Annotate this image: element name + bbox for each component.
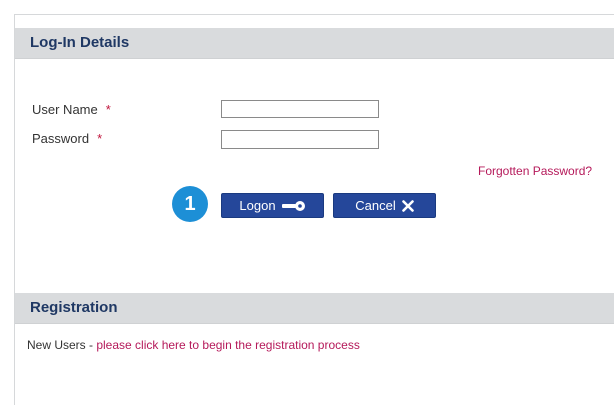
logon-button[interactable]: Logon [221, 193, 324, 218]
cancel-button-label: Cancel [355, 198, 396, 213]
forgot-password-link[interactable]: Forgotten Password? [478, 164, 592, 178]
password-input[interactable] [221, 130, 379, 149]
login-section-header: Log-In Details [15, 28, 614, 59]
registration-section-title: Registration [30, 299, 118, 316]
username-label: User Name * [32, 102, 111, 117]
close-icon [401, 199, 414, 212]
password-label: Password * [32, 131, 103, 146]
step-badge: 1 [172, 186, 208, 222]
registration-section-header: Registration [15, 293, 614, 324]
cancel-button[interactable]: Cancel [333, 193, 436, 218]
registration-link[interactable]: please click here to begin the registrat… [96, 338, 359, 352]
required-marker: * [97, 131, 103, 146]
username-input[interactable] [221, 100, 379, 118]
registration-text: New Users - please click here to begin t… [27, 338, 360, 352]
required-marker: * [105, 102, 111, 117]
key-icon [281, 200, 305, 211]
login-section-title: Log-In Details [30, 34, 130, 51]
logon-button-label: Logon [239, 198, 276, 213]
